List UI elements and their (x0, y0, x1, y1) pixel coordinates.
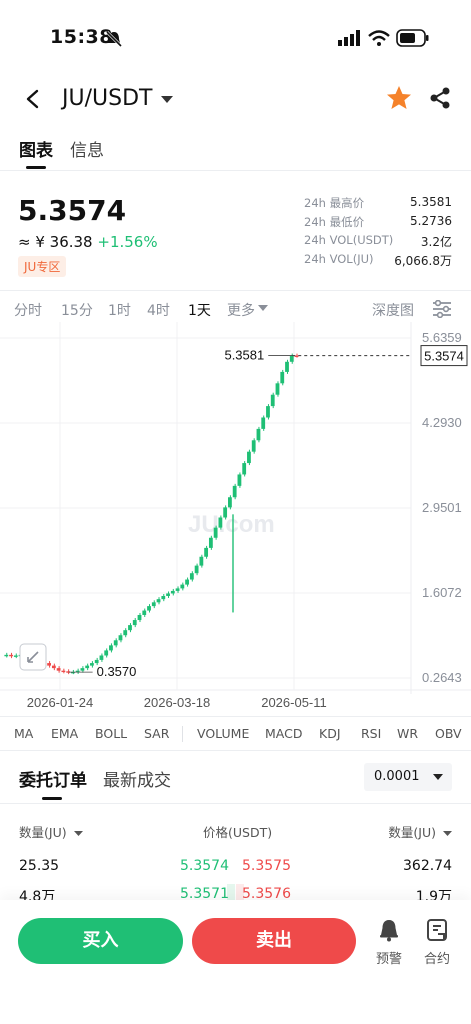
indicator-ema[interactable]: EMA (51, 726, 78, 741)
interval-more[interactable]: 更多 (227, 300, 255, 320)
ask-qty-header[interactable]: 数量(JU) (388, 822, 452, 841)
caret-down-icon (73, 831, 83, 836)
cny-price-row: ≈ ¥ 36.38 +1.56% (18, 233, 158, 251)
x-tick-label: 2026-01-24 (27, 695, 94, 710)
contract-icon[interactable] (426, 918, 448, 942)
last-price-tag-label: 5.3574 (424, 349, 464, 364)
y-tick-label: 4.2930 (422, 415, 462, 430)
caret-down-icon (433, 774, 443, 780)
interval-15m[interactable]: 15分 (61, 300, 93, 320)
indicator-boll[interactable]: BOLL (95, 726, 127, 741)
tab-chart[interactable]: 图表 (19, 136, 53, 161)
y-tick-label: 2.9501 (422, 500, 462, 515)
contract-label[interactable]: 合约 (417, 948, 457, 967)
chart-settings-icon[interactable] (432, 300, 452, 318)
divider (182, 726, 183, 742)
low-price-label: 0.3570 (97, 664, 137, 679)
divider (0, 290, 471, 291)
y-tick-label: 0.2643 (422, 670, 462, 685)
table-row[interactable]: 25.35 5.3574 5.3575 362.74 (0, 856, 471, 878)
indicator-sar[interactable]: SAR (144, 726, 169, 741)
high-price-label: 5.3581 (224, 348, 264, 363)
zone-badge[interactable]: JU专区 (18, 256, 67, 277)
x-tick-label: 2026-03-18 (144, 695, 211, 710)
indicator-ma[interactable]: MA (14, 726, 33, 741)
divider (0, 750, 471, 751)
tab-info[interactable]: 信息 (70, 136, 104, 161)
indicator-obv[interactable]: OBV (435, 726, 462, 741)
tab-active-indicator (42, 797, 62, 800)
stat-label: 24h 最高价 (304, 196, 365, 210)
tab-orderbook[interactable]: 委托订单 (19, 766, 87, 791)
interval-timeline[interactable]: 分时 (14, 300, 42, 320)
interval-1h[interactable]: 1时 (108, 300, 131, 320)
tab-active-indicator (26, 166, 46, 169)
status-bar: 15:38 (0, 0, 471, 72)
bid-qty-header[interactable]: 数量(JU) (19, 822, 83, 841)
buy-button[interactable]: 买入 (18, 918, 183, 964)
divider (0, 716, 471, 717)
ask-price: 5.3575 (242, 858, 291, 874)
x-axis-ticks: 2026-01-24 2026-03-18 2026-05-11 (27, 695, 327, 710)
stat-label: 24h VOL(USDT) (304, 233, 394, 247)
price-chart[interactable]: JU.com 5.6359 4.2930 2.9501 1.6072 0.2643 20… (0, 322, 471, 716)
header-bar: JU/USDT (0, 72, 471, 128)
bell-alert-icon[interactable] (378, 918, 400, 942)
stat-label: 24h 最低价 (304, 215, 365, 229)
favorite-star-icon[interactable] (386, 85, 412, 111)
caret-down-icon (443, 831, 452, 836)
cny-price: ≈ ¥ 36.38 (18, 233, 93, 251)
stat-value: 3.2亿 (420, 235, 452, 249)
chart-watermark: JU.com (188, 511, 275, 538)
battery-icon (396, 29, 429, 47)
price-change: +1.56% (97, 233, 158, 251)
indicator-kdj[interactable]: KDJ (319, 726, 341, 741)
stat-value: 5.3581 (410, 195, 452, 209)
pair-title[interactable]: JU/USDT (62, 86, 152, 111)
caret-down-icon[interactable] (160, 94, 174, 104)
indicator-macd[interactable]: MACD (265, 726, 302, 741)
stat-value: 5.2736 (410, 214, 452, 228)
interval-1d[interactable]: 1天 (188, 300, 211, 320)
expand-chart-button[interactable] (19, 643, 47, 671)
y-tick-label: 5.6359 (422, 330, 462, 345)
divider (0, 803, 471, 804)
bell-muted-icon (105, 30, 123, 48)
stat-value: 6,066.8万 (394, 254, 452, 268)
y-tick-label: 1.6072 (422, 585, 462, 600)
bid-qty: 25.35 (19, 858, 60, 874)
precision-value: 0.0001 (374, 769, 420, 784)
wifi-icon (368, 30, 390, 46)
precision-select[interactable]: 0.0001 (364, 763, 452, 791)
alert-label[interactable]: 预警 (369, 948, 409, 967)
indicator-rsi[interactable]: RSI (361, 726, 381, 741)
bid-price: 5.3574 (180, 858, 229, 874)
stat-label: 24h VOL(JU) (304, 252, 374, 266)
interval-4h[interactable]: 4时 (147, 300, 170, 320)
sell-button[interactable]: 卖出 (192, 918, 356, 964)
caret-down-icon[interactable] (258, 305, 268, 312)
x-tick-label: 2026-05-11 (261, 695, 327, 710)
divider (0, 170, 471, 171)
depth-chart-button[interactable]: 深度图 (372, 300, 414, 320)
chart-grid (0, 322, 471, 694)
price-header: 价格(USDT) (203, 825, 273, 840)
y-axis-ticks: 5.6359 4.2930 2.9501 1.6072 0.2643 (422, 330, 462, 685)
indicator-volume[interactable]: VOLUME (197, 726, 249, 741)
back-arrow-icon[interactable] (22, 88, 44, 110)
tab-latest-trades[interactable]: 最新成交 (103, 766, 171, 791)
cellular-signal-icon (338, 30, 360, 46)
last-price: 5.3574 (18, 194, 127, 227)
share-icon[interactable] (428, 86, 452, 110)
ask-qty: 362.74 (403, 858, 452, 874)
indicator-wr[interactable]: WR (397, 726, 418, 741)
